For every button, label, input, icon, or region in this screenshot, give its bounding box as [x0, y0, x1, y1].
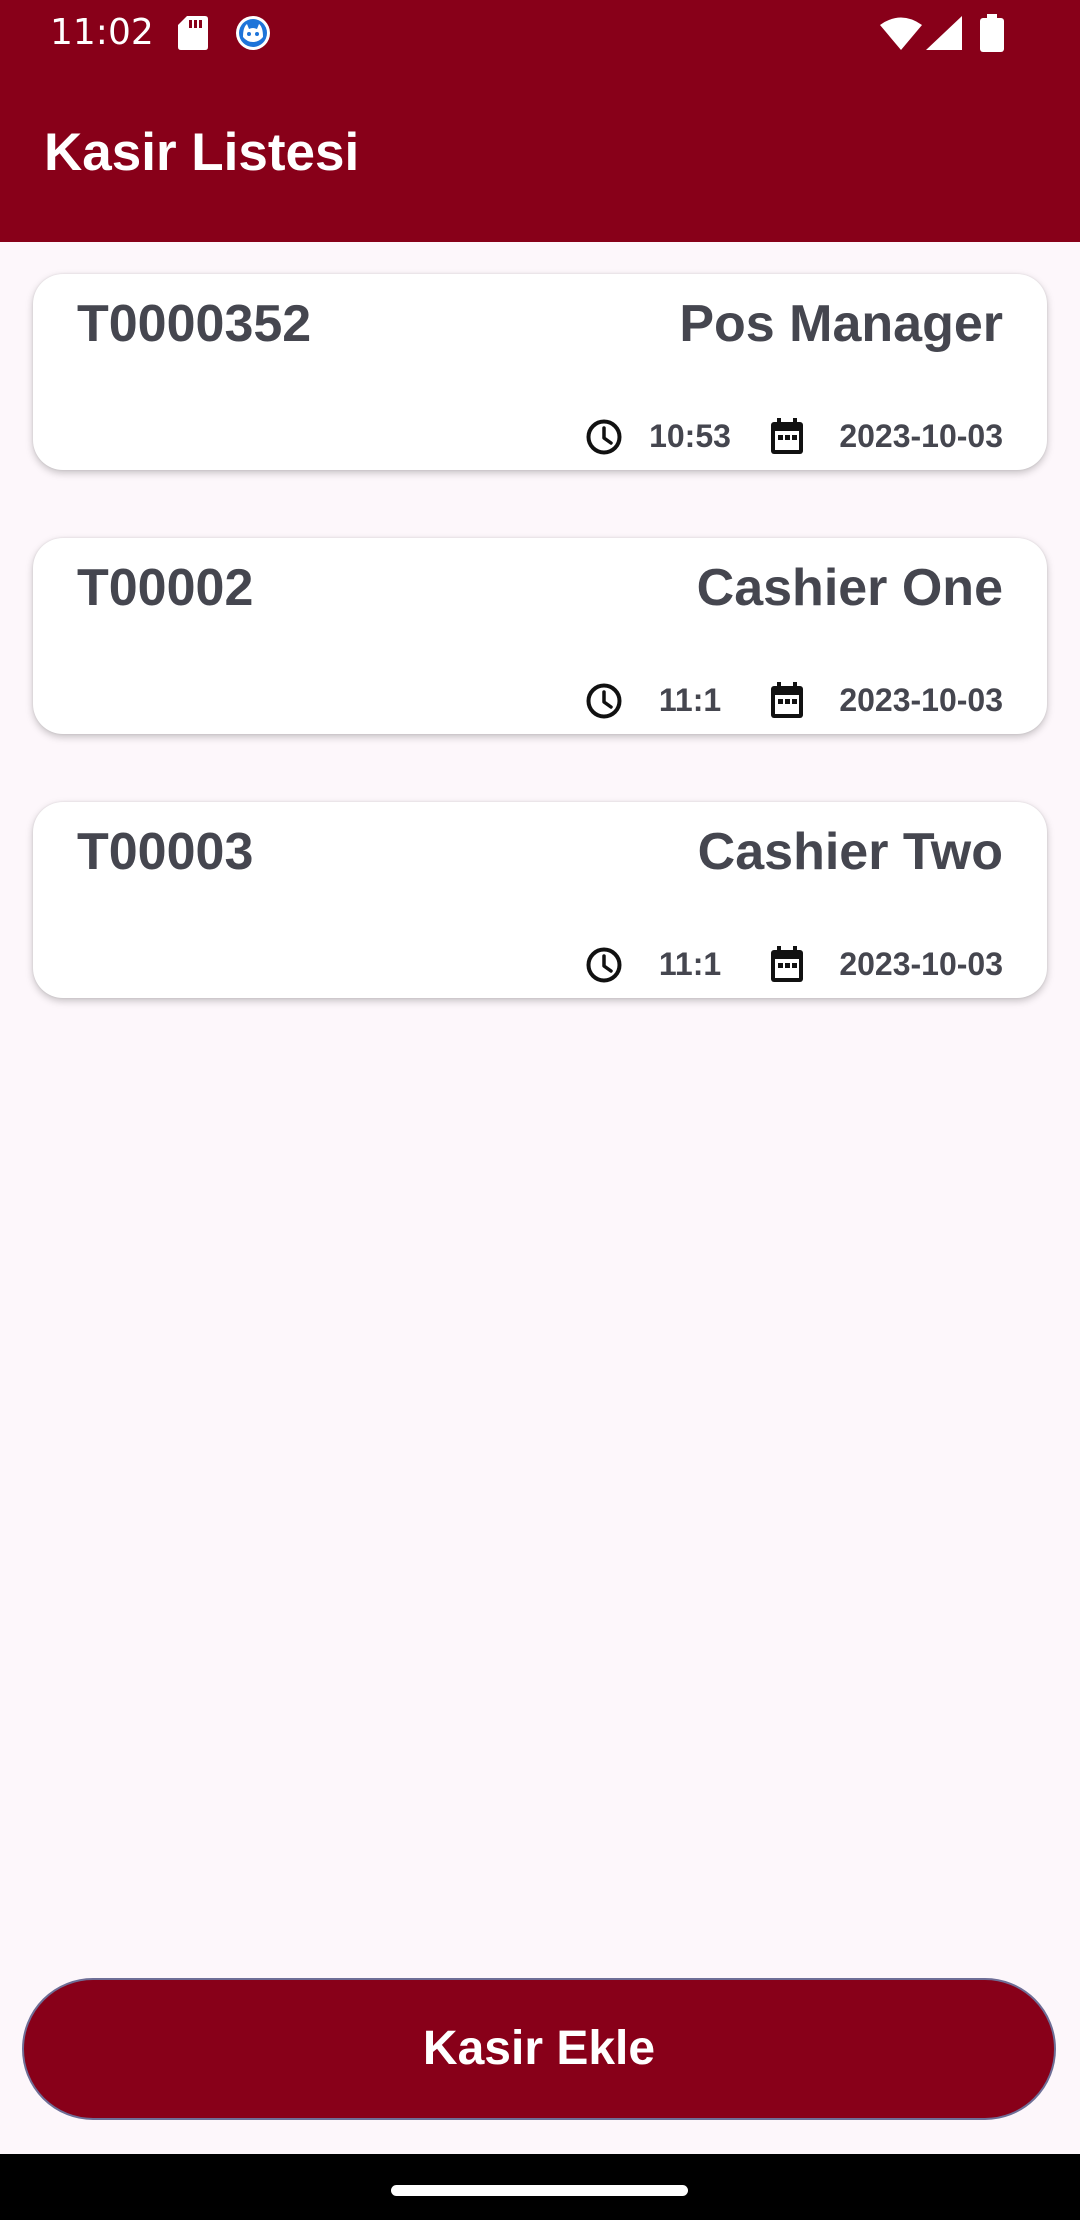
- cashier-card[interactable]: T0000352 Pos Manager 10:53 2023-10-03: [33, 274, 1047, 470]
- app-bar: Kasir Listesi: [0, 66, 1080, 242]
- cashier-name: Pos Manager: [679, 295, 1003, 353]
- cashier-card[interactable]: T00003 Cashier Two 11:1 2023-10-03: [33, 802, 1047, 998]
- status-bar: 11:02: [0, 0, 1080, 66]
- cashier-time: 11:1: [658, 946, 722, 982]
- cashier-date: 2023-10-03: [839, 682, 1003, 718]
- cashier-code: T00002: [77, 559, 254, 617]
- cashier-time: 10:53: [649, 418, 731, 454]
- cat-app-icon: [236, 16, 270, 50]
- calendar-icon: [771, 946, 803, 982]
- calendar-icon: [771, 682, 803, 718]
- cashier-date: 2023-10-03: [839, 946, 1003, 982]
- status-time: 11:02: [50, 12, 154, 53]
- sd-card-icon: [178, 16, 208, 50]
- home-gesture-handle[interactable]: [391, 2185, 688, 2196]
- calendar-icon: [771, 418, 803, 454]
- cashier-code: T0000352: [77, 295, 312, 353]
- cashier-card[interactable]: T00002 Cashier One 11:1 2023-10-03: [33, 538, 1047, 734]
- page-title: Kasir Listesi: [44, 123, 360, 182]
- signal-icon: [926, 16, 962, 50]
- cashier-time: 11:1: [658, 682, 722, 718]
- wifi-icon: [880, 17, 922, 50]
- clock-icon: [586, 947, 622, 983]
- cashier-name: Cashier Two: [697, 823, 1003, 881]
- cashier-name: Cashier One: [696, 559, 1003, 617]
- clock-icon: [586, 683, 622, 719]
- navigation-bar: [0, 2154, 1080, 2220]
- clock-icon: [586, 419, 622, 455]
- battery-icon: [980, 14, 1004, 52]
- add-cashier-button[interactable]: Kasir Ekle: [22, 1978, 1056, 2120]
- cashier-code: T00003: [77, 823, 254, 881]
- cashier-date: 2023-10-03: [839, 418, 1003, 454]
